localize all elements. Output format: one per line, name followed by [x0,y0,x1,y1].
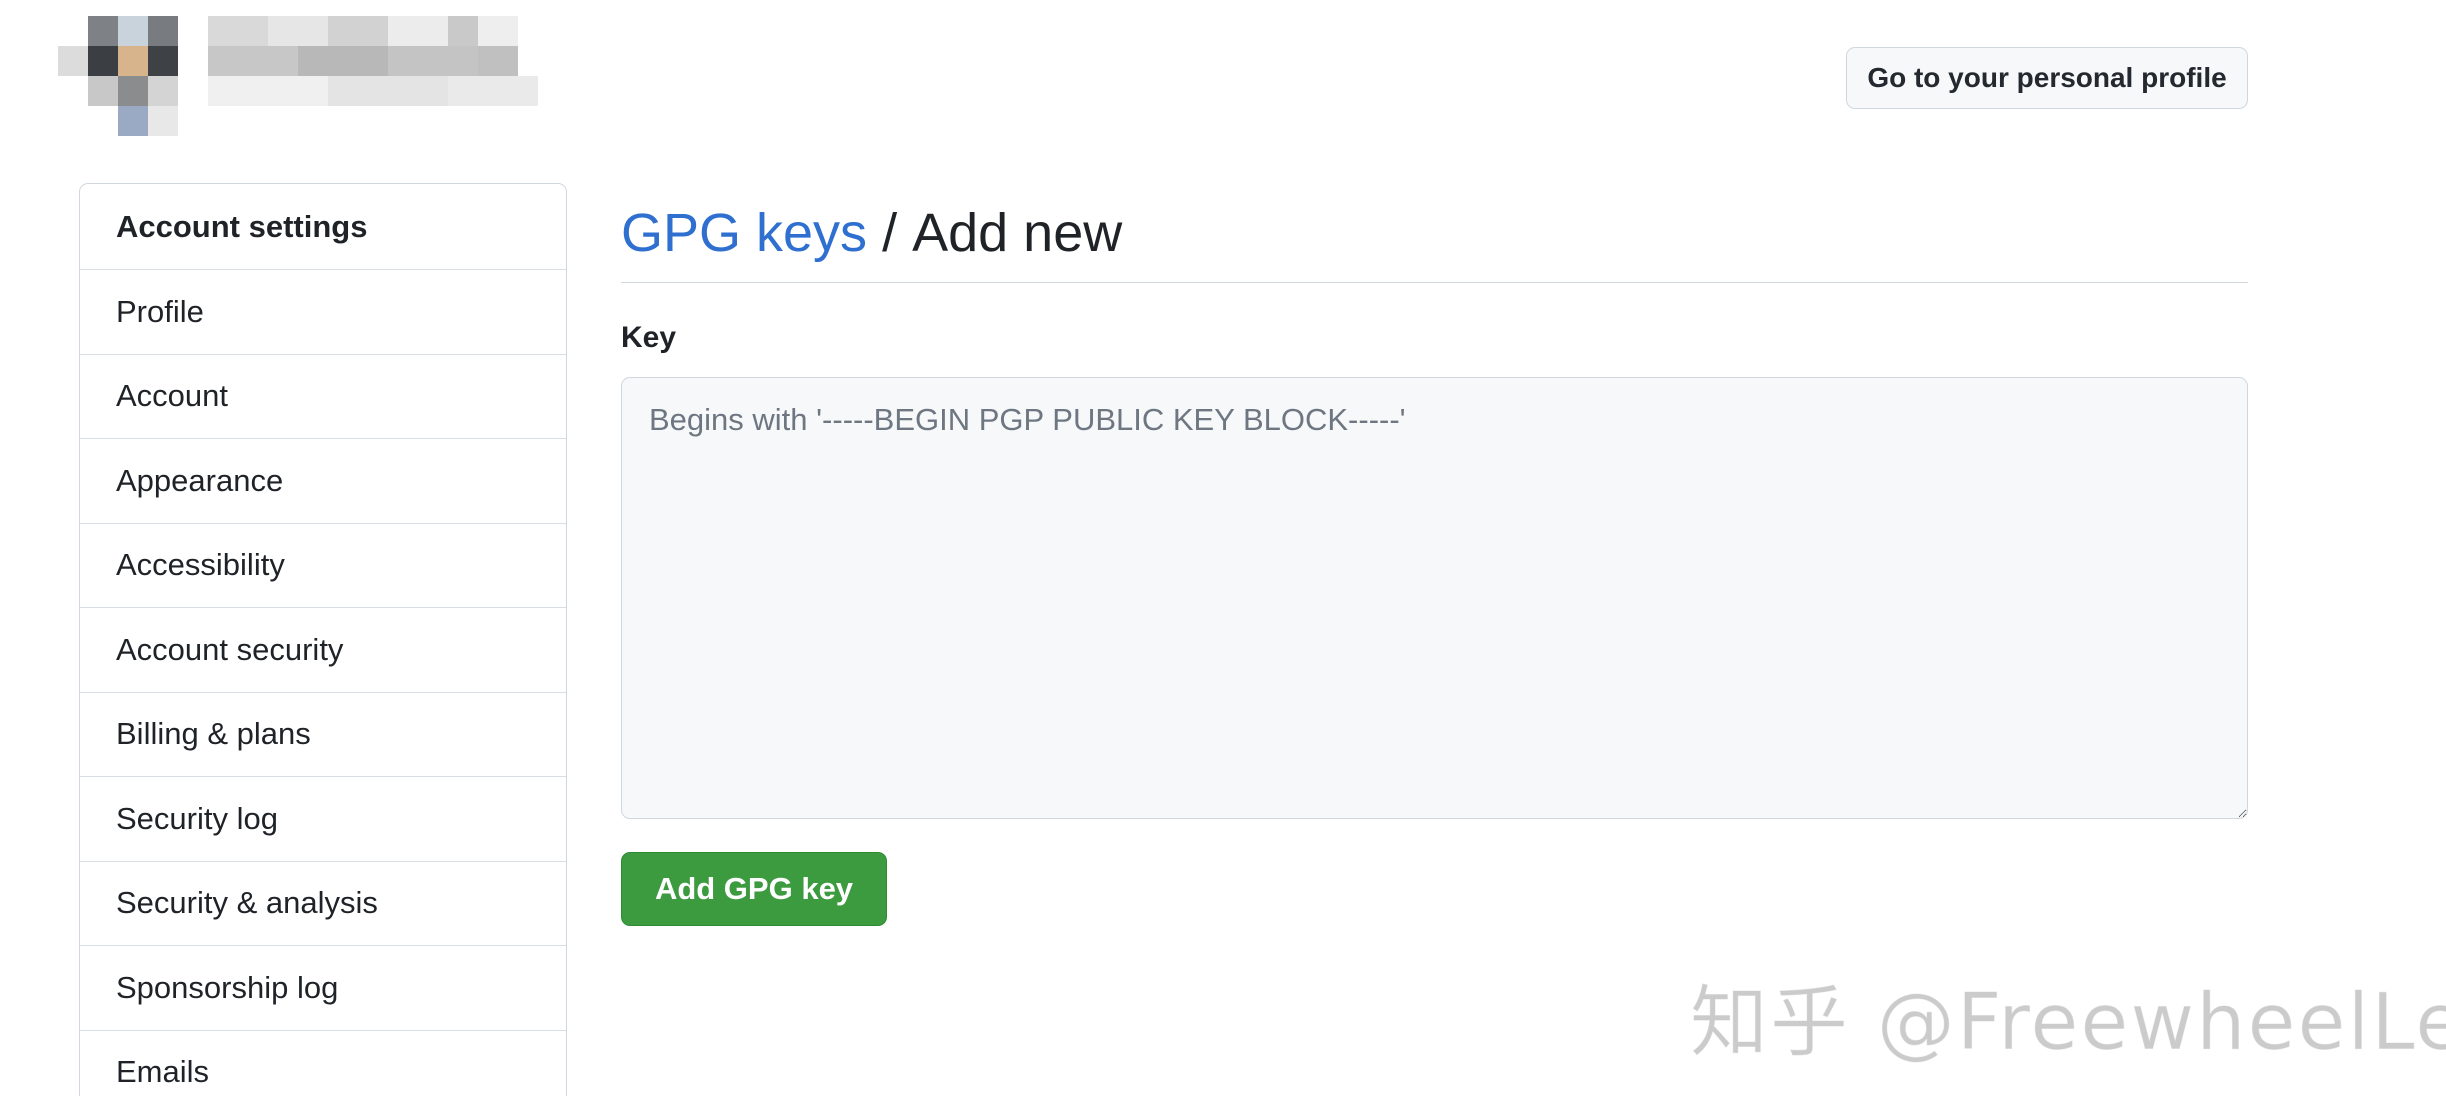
sidebar-item-sponsorship-log[interactable]: Sponsorship log [80,946,566,1031]
sidebar-item-appearance[interactable]: Appearance [80,439,566,524]
gpg-keys-breadcrumb-link[interactable]: GPG keys [621,202,867,264]
sidebar-item-security-analysis[interactable]: Security & analysis [80,862,566,946]
breadcrumb-current: Add new [912,202,1123,263]
breadcrumb-separator: / [867,202,913,263]
main-content: GPG keys / Add new Key Add GPG key [621,183,2248,926]
add-gpg-key-button[interactable]: Add GPG key [621,852,887,926]
go-to-personal-profile-button[interactable]: Go to your personal profile [1846,47,2248,109]
sidebar-item-account-security[interactable]: Account security [80,608,566,693]
sidebar-item-emails[interactable]: Emails [80,1031,566,1096]
key-label: Key [621,321,677,354]
sidebar-header: Account settings [80,184,566,270]
page-title: GPG keys / Add new [621,183,2248,283]
sidebar-item-profile[interactable]: Profile [80,270,566,355]
settings-page: Go to your personal profile Account sett… [0,0,2446,1096]
watermark: 知乎 @FreewheelLee [1689,978,2446,1069]
sidebar-item-account[interactable]: Account [80,355,566,439]
key-textarea[interactable] [621,377,2248,819]
sidebar-item-accessibility[interactable]: Accessibility [80,524,566,608]
blurred-avatar-and-username[interactable] [58,16,548,138]
settings-sidebar: Account settings Profile Account Appeara… [79,183,567,1096]
sidebar-item-security-log[interactable]: Security log [80,777,566,862]
sidebar-item-billing-plans[interactable]: Billing & plans [80,693,566,777]
